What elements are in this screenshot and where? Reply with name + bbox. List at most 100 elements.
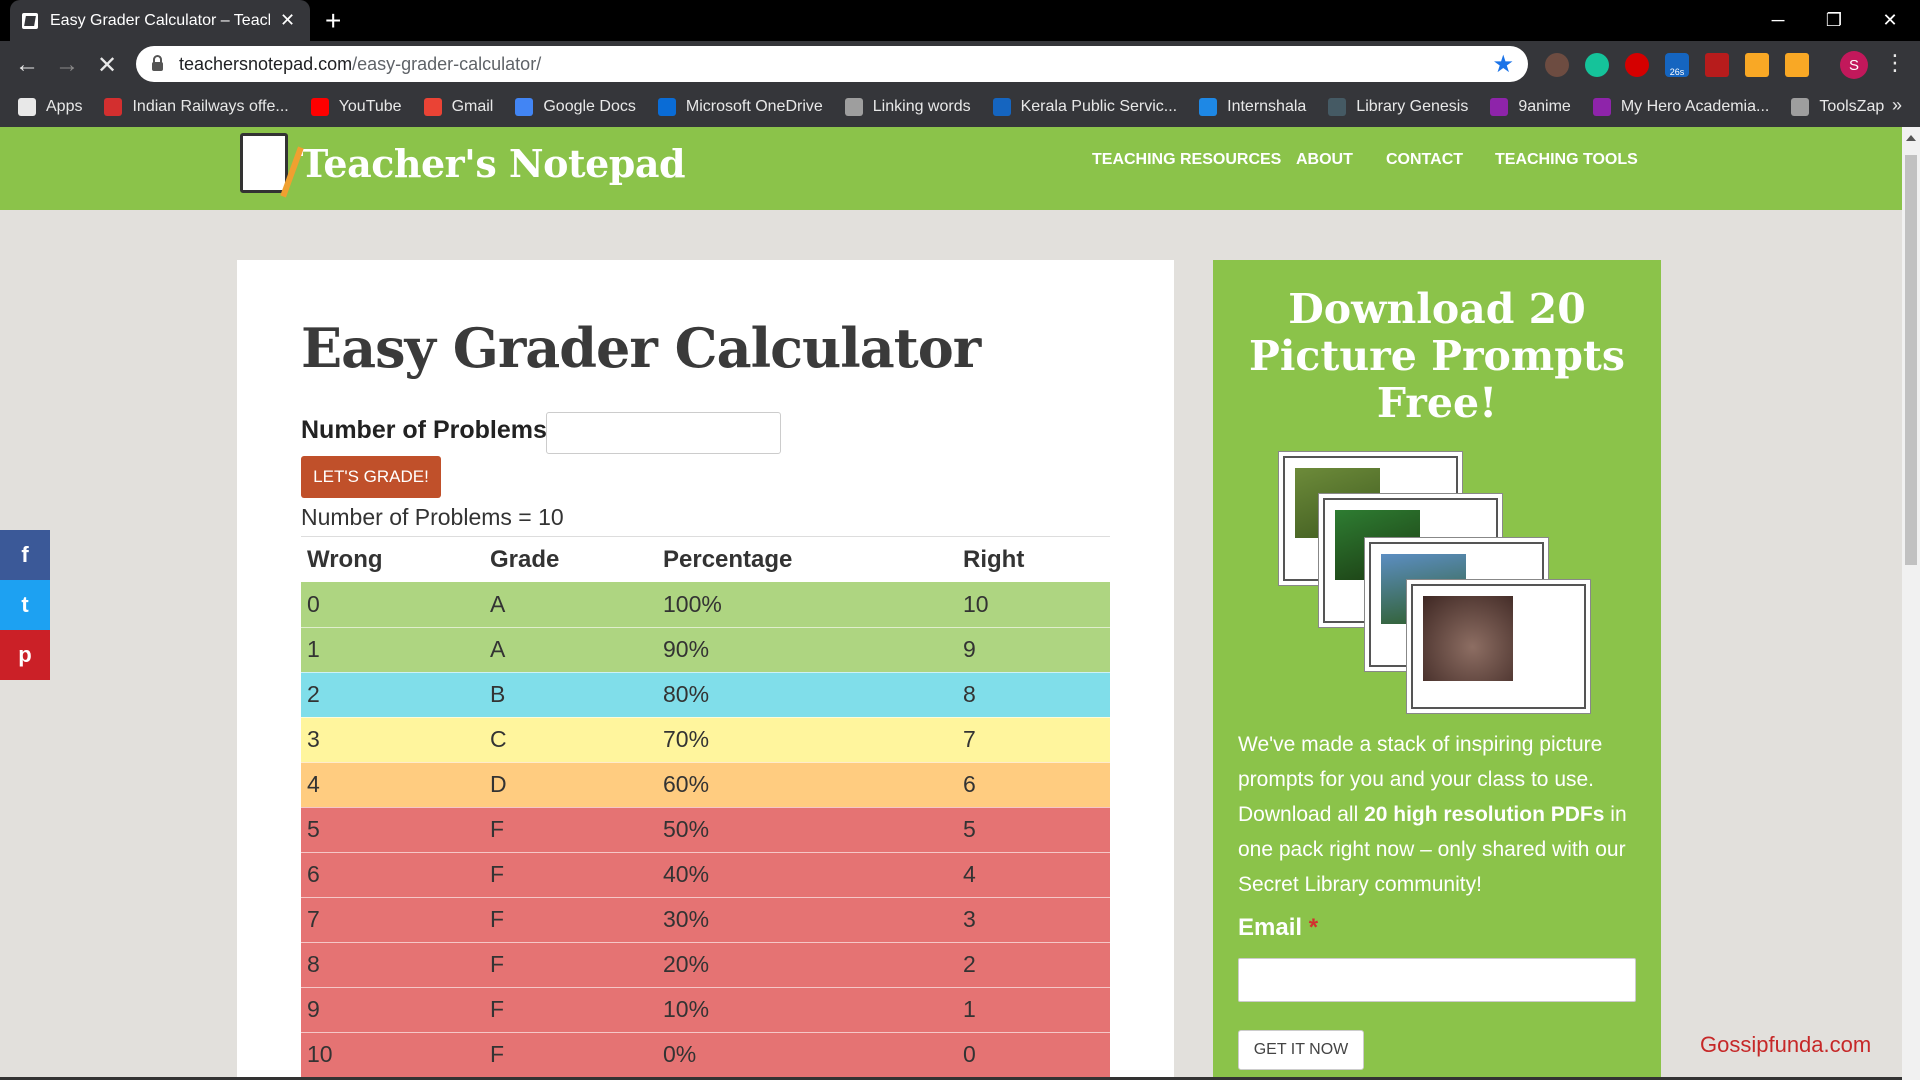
cell-percentage: 0% xyxy=(657,1032,957,1078)
problems-result: Number of Problems = 10 xyxy=(301,504,564,530)
calculator-card: Easy Grader Calculator Number of Problem… xyxy=(237,260,1174,1080)
bookmark-item[interactable]: Indian Railways offe... xyxy=(104,98,289,116)
tab-title: Easy Grader Calculator – Teacher xyxy=(50,11,270,29)
bookmarks-bar: Apps Indian Railways offe... YouTube Gmail G… xyxy=(0,87,1920,127)
bookmark-item[interactable]: Kerala Public Servic... xyxy=(992,98,1178,116)
bookmark-label: Indian Railways offe... xyxy=(132,98,289,115)
onedrive-icon xyxy=(657,98,676,116)
sidebar-title: Download 20 Picture Prompts Free! xyxy=(1249,285,1625,427)
lightning-alt-icon[interactable] xyxy=(1785,53,1809,77)
gmail-icon xyxy=(423,98,442,116)
close-tab-icon[interactable]: ✕ xyxy=(280,10,295,31)
cell-right: 6 xyxy=(957,762,1110,808)
bookmark-item[interactable]: Library Genesis xyxy=(1328,98,1468,116)
play-icon xyxy=(1490,98,1509,116)
download-sidebar: Download 20 Picture Prompts Free! We've … xyxy=(1213,260,1661,1080)
stop-loading-icon[interactable]: ✕ xyxy=(92,50,122,80)
kpsc-icon xyxy=(992,98,1011,116)
header-wrong: Wrong xyxy=(307,546,383,573)
bookmark-item[interactable]: Microsoft OneDrive xyxy=(657,98,823,116)
header-percentage: Percentage xyxy=(663,546,793,573)
cell-right: 5 xyxy=(957,807,1110,853)
new-tab-icon[interactable]: + xyxy=(325,4,341,38)
page-scrollbar[interactable] xyxy=(1902,127,1920,1080)
problems-label: Number of Problems: xyxy=(301,416,556,444)
bookmark-item[interactable]: Apps xyxy=(18,98,82,116)
restore-icon[interactable]: ❐ xyxy=(1806,0,1862,41)
cell-wrong: 9 xyxy=(301,987,484,1033)
bookmark-label: YouTube xyxy=(338,98,402,115)
cell-wrong: 0 xyxy=(301,582,484,628)
google-docs-icon xyxy=(515,98,534,116)
table-row: 8 F 20% 2 xyxy=(301,942,1110,988)
nav-contact[interactable]: CONTACT xyxy=(1386,151,1463,169)
table-row: 4 D 60% 6 xyxy=(301,762,1110,808)
bookmark-item[interactable]: 9anime xyxy=(1490,98,1571,116)
internshala-icon xyxy=(1199,98,1218,116)
facebook-icon[interactable]: f xyxy=(0,530,50,580)
bookmark-item[interactable]: Gmail xyxy=(423,98,494,116)
nav-about[interactable]: ABOUT xyxy=(1296,151,1353,169)
bookmark-label: Gmail xyxy=(451,98,494,115)
cell-percentage: 30% xyxy=(657,897,957,943)
indian-railways-icon xyxy=(104,98,123,116)
bookmark-item[interactable]: Linking words xyxy=(844,98,971,116)
pinterest-icon[interactable]: p xyxy=(0,630,50,680)
bookmark-item[interactable]: YouTube xyxy=(310,98,402,116)
lets-grade-button[interactable]: LET'S GRADE! xyxy=(301,456,441,498)
cell-grade: A xyxy=(484,627,657,673)
menu-kebab-icon[interactable]: ⋮ xyxy=(1884,50,1906,76)
nav-teaching-resources[interactable]: TEACHING RESOURCES xyxy=(1092,151,1281,169)
cell-right: 9 xyxy=(957,627,1110,673)
cell-right: 7 xyxy=(957,717,1110,763)
sidebar-description: We've made a stack of inspiring picture … xyxy=(1238,733,1627,896)
grade-table: Wrong Grade Percentage Right 0 A 100% 10 1 A 9… xyxy=(301,538,1110,1078)
email-input[interactable] xyxy=(1238,958,1636,1002)
watermark: Gossipfunda.com xyxy=(1700,1032,1872,1057)
lightning-icon[interactable] xyxy=(1745,53,1769,77)
cell-wrong: 4 xyxy=(301,762,484,808)
bookmark-label: ToolsZap xyxy=(1819,98,1885,115)
scroll-up-icon[interactable] xyxy=(1906,135,1916,141)
bookmark-item[interactable]: Google Docs xyxy=(515,98,636,116)
adblock-icon[interactable] xyxy=(1625,53,1649,77)
bookmark-label: Internshala xyxy=(1227,98,1307,115)
problems-input[interactable] xyxy=(546,412,781,454)
email-label: Email * xyxy=(1238,914,1319,941)
nav-teaching-tools[interactable]: TEACHING TOOLS xyxy=(1495,151,1638,169)
bookmark-item[interactable]: My Hero Academia... xyxy=(1592,98,1769,116)
bookmark-item[interactable]: Internshala xyxy=(1199,98,1306,116)
bookmark-star-icon[interactable]: ★ xyxy=(1492,50,1514,79)
timer-extension-icon[interactable]: 26s xyxy=(1665,53,1689,77)
cell-percentage: 100% xyxy=(657,582,957,628)
tab-bar: Easy Grader Calculator – Teacher ✕ + ─ ❐… xyxy=(0,0,1920,41)
cell-grade: F xyxy=(484,807,657,853)
scroll-thumb[interactable] xyxy=(1905,155,1917,565)
bookmark-label: Kerala Public Servic... xyxy=(1020,98,1178,115)
cell-wrong: 8 xyxy=(301,942,484,988)
url-text: teachersnotepad.com/easy-grader-calculat… xyxy=(179,53,542,74)
bookmark-label: 9anime xyxy=(1518,98,1571,115)
cell-percentage: 80% xyxy=(657,672,957,718)
pdf-icon[interactable] xyxy=(1705,53,1729,77)
globe-icon xyxy=(844,98,863,116)
site-logo[interactable]: Teacher's Notepad xyxy=(240,133,686,193)
profile-avatar[interactable]: S xyxy=(1840,51,1868,79)
get-it-now-button[interactable]: GET IT NOW xyxy=(1238,1030,1364,1070)
header-grade: Grade xyxy=(490,546,560,573)
back-icon[interactable]: ← xyxy=(12,50,42,80)
twitter-icon[interactable]: t xyxy=(0,580,50,630)
close-window-icon[interactable]: ✕ xyxy=(1862,0,1918,41)
grammarly-icon[interactable] xyxy=(1585,53,1609,77)
minimize-icon[interactable]: ─ xyxy=(1750,0,1806,41)
address-bar[interactable]: teachersnotepad.com/easy-grader-calculat… xyxy=(136,46,1528,82)
header-right: Right xyxy=(963,546,1025,573)
more-bookmarks-icon[interactable]: » xyxy=(1892,95,1902,116)
forward-icon[interactable]: → xyxy=(52,50,82,80)
cell-right: 0 xyxy=(957,1032,1110,1078)
active-tab[interactable]: Easy Grader Calculator – Teacher ✕ xyxy=(10,0,310,41)
bookmark-item[interactable]: ToolsZap xyxy=(1791,98,1884,116)
cell-grade: F xyxy=(484,987,657,1033)
extension-icon[interactable] xyxy=(1545,53,1569,77)
cell-wrong: 6 xyxy=(301,852,484,898)
